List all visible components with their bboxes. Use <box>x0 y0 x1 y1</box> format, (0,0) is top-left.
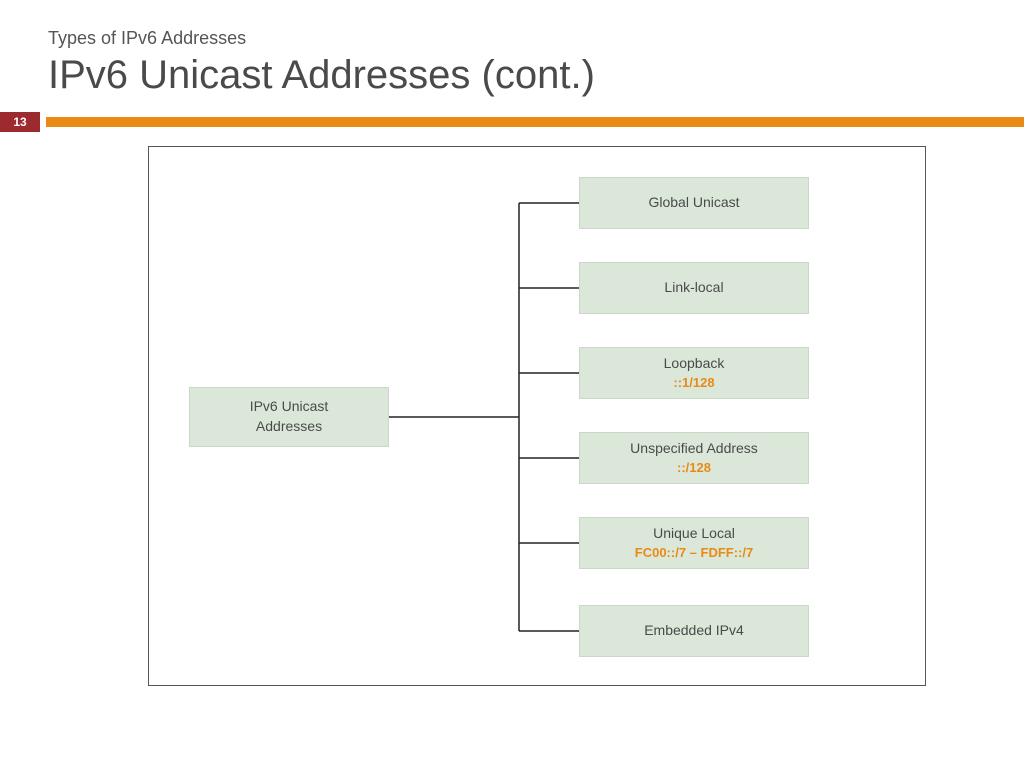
slide-number-badge: 13 <box>0 112 40 132</box>
diagram-child-unique-local: Unique Local FC00::/7 – FDFF::/7 <box>579 517 809 569</box>
node-sublabel: ::1/128 <box>673 374 714 392</box>
node-sublabel: ::/128 <box>677 459 711 477</box>
node-label: Unspecified Address <box>630 439 758 459</box>
diagram-frame: IPv6 Unicast Addresses Global Unicast Li… <box>148 146 926 686</box>
slide-title: IPv6 Unicast Addresses (cont.) <box>48 53 976 98</box>
node-label: Global Unicast <box>648 193 739 213</box>
node-label: Link-local <box>664 278 723 298</box>
diagram-child-global-unicast: Global Unicast <box>579 177 809 229</box>
diagram-root-node: IPv6 Unicast Addresses <box>189 387 389 447</box>
slide: Types of IPv6 Addresses IPv6 Unicast Add… <box>0 0 1024 768</box>
diagram-child-unspecified: Unspecified Address ::/128 <box>579 432 809 484</box>
diagram-child-link-local: Link-local <box>579 262 809 314</box>
slide-eyebrow: Types of IPv6 Addresses <box>48 28 976 49</box>
diagram-root-label: IPv6 Unicast Addresses <box>250 397 329 436</box>
node-label: Loopback <box>664 354 725 374</box>
accent-bar <box>46 117 1024 127</box>
diagram-child-embedded-ipv4: Embedded IPv4 <box>579 605 809 657</box>
diagram-child-loopback: Loopback ::1/128 <box>579 347 809 399</box>
node-sublabel: FC00::/7 – FDFF::/7 <box>635 544 753 562</box>
accent-row: 13 <box>0 112 1024 132</box>
node-label: Embedded IPv4 <box>644 621 744 641</box>
node-label: Unique Local <box>653 524 735 544</box>
